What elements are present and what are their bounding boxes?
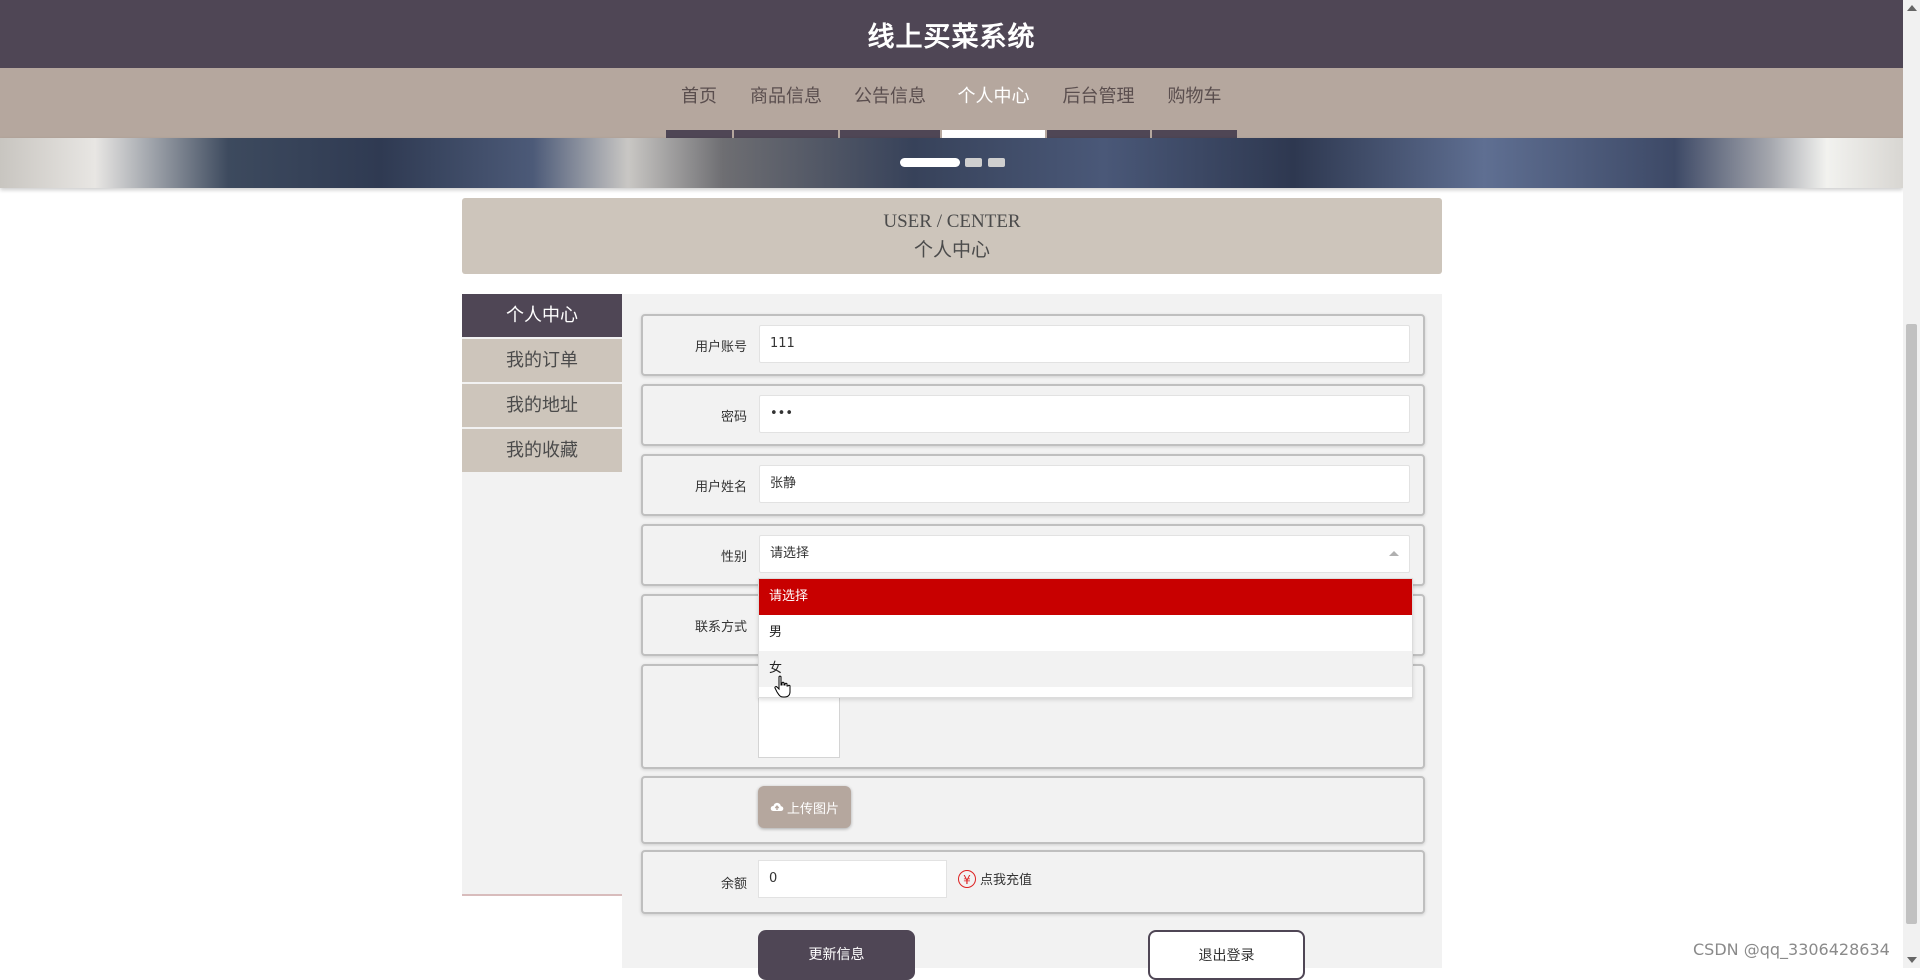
carousel-indicator-2[interactable]	[965, 158, 982, 167]
form-row-password: 密码 •••	[641, 384, 1425, 446]
nav-home-label: 首页	[681, 86, 717, 107]
nav-admin-label: 后台管理	[1062, 86, 1135, 107]
balance-input[interactable]: 0	[758, 860, 947, 898]
recharge-link[interactable]: ¥ 点我充值	[958, 869, 1032, 888]
page-scrollbar[interactable]	[1903, 0, 1920, 968]
yen-icon: ¥	[958, 869, 976, 888]
site-header: 线上买菜系统	[0, 0, 1903, 68]
sidebar-item-orders[interactable]: 我的订单	[462, 339, 622, 382]
nav-cart[interactable]: 购物车	[1152, 68, 1237, 138]
gender-option-male[interactable]: 男	[759, 615, 1412, 651]
upload-image-label: 上传图片	[786, 801, 839, 817]
nav-notices[interactable]: 公告信息	[840, 68, 940, 138]
nav-notices-label: 公告信息	[854, 86, 926, 107]
gender-option-placeholder[interactable]: 请选择	[759, 579, 1412, 615]
nav-user-center[interactable]: 个人中心	[942, 68, 1045, 138]
name-input[interactable]: 张静	[759, 465, 1410, 503]
gender-option-female[interactable]: 女	[759, 651, 1412, 687]
account-input[interactable]: 111	[759, 325, 1410, 363]
form-row-name: 用户姓名 张静	[641, 454, 1425, 516]
nav-home[interactable]: 首页	[666, 68, 732, 138]
gender-label: 性别	[720, 550, 747, 565]
upload-image-button[interactable]: 上传图片	[758, 786, 851, 828]
carousel-indicator-3[interactable]	[988, 158, 1005, 167]
password-label: 密码	[720, 410, 747, 425]
scroll-up-icon[interactable]	[1907, 5, 1917, 11]
nav-cart-label: 购物车	[1167, 86, 1222, 107]
site-title: 线上买菜系统	[867, 21, 1036, 53]
nav-admin[interactable]: 后台管理	[1047, 68, 1150, 138]
user-center-header: USER / CENTER 个人中心	[462, 198, 1442, 274]
user-center-title-cn: 个人中心	[913, 239, 990, 261]
logout-button[interactable]: 退出登录	[1148, 930, 1305, 980]
gender-dropdown: 请选择 男 女	[758, 578, 1413, 698]
scrollbar-thumb[interactable]	[1906, 324, 1917, 924]
gender-select[interactable]: 请选择	[759, 535, 1410, 573]
balance-label: 余额	[720, 877, 747, 892]
update-info-button[interactable]: 更新信息	[758, 930, 915, 980]
nav-user-center-label: 个人中心	[957, 86, 1030, 107]
contact-label: 联系方式	[694, 620, 747, 635]
main-nav: 首页 商品信息 公告信息 个人中心 后台管理 购物车	[0, 68, 1903, 138]
watermark: CSDN @qq_3306428634	[1693, 940, 1890, 959]
name-label: 用户姓名	[694, 480, 747, 495]
account-label: 用户账号	[694, 340, 747, 355]
hand-cursor-icon	[774, 675, 791, 698]
sidebar-item-favorites[interactable]: 我的收藏	[462, 429, 622, 472]
cloud-upload-icon	[770, 802, 784, 811]
user-sidebar: 个人中心 我的订单 我的地址 我的收藏	[462, 294, 622, 896]
chevron-up-icon	[1389, 551, 1399, 556]
sidebar-item-user-center[interactable]: 个人中心	[462, 294, 622, 337]
nav-products-label: 商品信息	[750, 86, 822, 107]
form-row-gender: 性别 请选择	[641, 524, 1425, 586]
recharge-label: 点我充值	[980, 873, 1033, 888]
user-center-title-en: USER / CENTER	[883, 210, 1021, 232]
gender-select-value: 请选择	[770, 546, 810, 561]
password-input[interactable]: •••	[759, 395, 1410, 433]
carousel-indicator-1[interactable]	[900, 158, 960, 167]
avatar-preview	[758, 690, 840, 758]
sidebar-item-address[interactable]: 我的地址	[462, 384, 622, 427]
nav-products[interactable]: 商品信息	[734, 68, 838, 138]
scroll-down-icon[interactable]	[1907, 957, 1917, 963]
form-row-account: 用户账号 111	[641, 314, 1425, 376]
